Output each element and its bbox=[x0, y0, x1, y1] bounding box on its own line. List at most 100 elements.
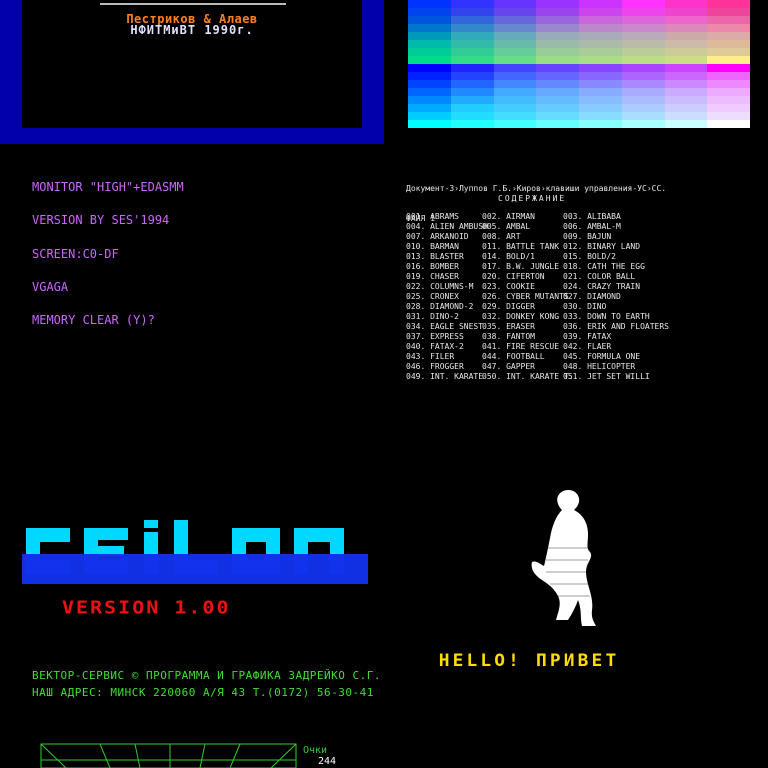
palette-swatch bbox=[450, 32, 494, 40]
ceilon-version: VERSION 1.00 bbox=[62, 596, 231, 618]
palette-swatch bbox=[536, 48, 579, 56]
palette-swatch bbox=[579, 0, 622, 8]
palette-swatch bbox=[664, 112, 708, 120]
palette-swatch bbox=[536, 16, 579, 24]
contents-entry: 025. CRONEX bbox=[406, 292, 459, 301]
palette-swatch bbox=[450, 48, 494, 56]
palette-swatch bbox=[579, 112, 622, 120]
palette-swatch bbox=[408, 112, 451, 120]
contents-entry: 033. DOWN TO EARTH bbox=[563, 312, 650, 321]
hello-greeting: HELLO! ПРИВЕТ bbox=[438, 651, 620, 671]
palette-swatch bbox=[664, 120, 708, 128]
score-label: Очки bbox=[303, 745, 328, 756]
contents-entry: 038. FANTOM bbox=[482, 332, 535, 341]
palette-swatch bbox=[579, 72, 622, 80]
contents-entry: 020. CIFERTON bbox=[482, 272, 545, 281]
palette-swatch bbox=[450, 0, 494, 8]
contents-entry: 024. CRAZY TRAIN bbox=[563, 282, 641, 291]
contents-entry: 015. BOLD/2 bbox=[563, 252, 616, 261]
palette-swatch bbox=[664, 88, 708, 96]
palette-swatch bbox=[408, 40, 451, 48]
contents-entry: 039. FATAX bbox=[563, 332, 612, 341]
palette-swatch bbox=[579, 104, 622, 112]
palette-swatch bbox=[493, 96, 537, 104]
contents-entry: 019. CHASER bbox=[406, 272, 459, 281]
contents-entry: 009. BAJUN bbox=[563, 232, 612, 241]
palette-swatch bbox=[536, 120, 579, 128]
contents-entry: 035. ERASER bbox=[482, 322, 535, 331]
contents-entry: 030. DINO bbox=[563, 302, 607, 311]
palette-swatch bbox=[621, 120, 665, 128]
contents-entry: 037. EXPRESS bbox=[406, 332, 464, 341]
palette-swatch bbox=[493, 64, 537, 72]
palette-swatch bbox=[621, 112, 665, 120]
palette-swatch bbox=[621, 80, 665, 88]
palette-swatch bbox=[621, 16, 665, 24]
palette-swatch bbox=[536, 64, 579, 72]
contents-entry: 010. BARMAN bbox=[406, 242, 459, 251]
palette-swatch bbox=[664, 80, 708, 88]
monitor-line: SCREEN:C0-DF bbox=[32, 246, 119, 261]
palette-swatch bbox=[408, 104, 451, 112]
palette-swatch bbox=[707, 64, 750, 72]
contents-entry: 049. INT. KARATE bbox=[406, 372, 484, 381]
contents-title: СОДЕРЖАНИЕ bbox=[498, 194, 567, 203]
palette-swatch bbox=[536, 0, 579, 8]
palette-swatch bbox=[707, 24, 750, 32]
document-header: Документ-3›Луппов Г.Б.›Киров›клавиши упр… bbox=[406, 184, 667, 193]
palette-swatch bbox=[408, 72, 451, 80]
document-contents: Документ-3›Луппов Г.Б.›Киров›клавиши упр… bbox=[406, 164, 756, 394]
contents-entry: 001. ABRAMS bbox=[406, 212, 459, 221]
contents-entry: 028. DIAMOND-2 bbox=[406, 302, 474, 311]
contents-entry: 040. FATAX-2 bbox=[406, 342, 464, 351]
monitor-prompt[interactable]: MEMORY CLEAR (Y)? bbox=[32, 314, 184, 326]
palette-swatch bbox=[579, 96, 622, 104]
palette-swatch bbox=[493, 72, 537, 80]
palette-swatch bbox=[579, 40, 622, 48]
palette-swatch bbox=[536, 112, 579, 120]
palette-swatch bbox=[450, 96, 494, 104]
palette-swatch bbox=[707, 72, 750, 80]
palette-swatch bbox=[493, 8, 537, 16]
palette-swatch bbox=[621, 24, 665, 32]
palette-swatch bbox=[621, 40, 665, 48]
contents-entry: 041. FIRE RESCUE bbox=[482, 342, 560, 351]
palette-swatch bbox=[707, 40, 750, 48]
palette-swatch bbox=[536, 32, 579, 40]
contents-entry: 026. CYBER MUTANTS bbox=[482, 292, 569, 301]
contents-entry: 043. FILER bbox=[406, 352, 455, 361]
contents-entry: 021. COLOR BALL bbox=[563, 272, 636, 281]
contents-entry: 022. COLUMNS-M bbox=[406, 282, 474, 291]
contents-entry: 034. EAGLE SNEST bbox=[406, 322, 484, 331]
palette-swatch bbox=[536, 80, 579, 88]
contents-grid: 001. ABRAMS 002. AIRMAN 003. ALIBABA 004. A… bbox=[406, 212, 669, 382]
palette-swatch bbox=[493, 48, 537, 56]
contents-entry: 003. ALIBABA bbox=[563, 212, 621, 221]
palette-swatch bbox=[450, 64, 494, 72]
palette-swatch bbox=[493, 112, 537, 120]
palette-swatch bbox=[536, 8, 579, 16]
palette-swatch bbox=[579, 88, 622, 96]
palette-swatch bbox=[707, 16, 750, 24]
palette-swatch bbox=[707, 96, 750, 104]
palette-swatch bbox=[493, 0, 537, 8]
palette-swatch bbox=[493, 32, 537, 40]
monitor-console: MONITOR "HIGH"+EDASMM VERSION BY SES'199… bbox=[32, 160, 184, 337]
palette-swatch bbox=[664, 8, 708, 16]
score-value: 244 bbox=[318, 756, 337, 767]
palette-swatch bbox=[450, 24, 494, 32]
palette-swatch bbox=[536, 88, 579, 96]
palette-swatch bbox=[493, 120, 537, 128]
contents-entry: 011. BATTLE TANK bbox=[482, 242, 560, 251]
monitor-line: MONITOR "HIGH"+EDASMM bbox=[32, 180, 184, 194]
palette-swatch bbox=[493, 24, 537, 32]
palette-swatch bbox=[664, 16, 708, 24]
palette-swatch bbox=[408, 0, 451, 8]
palette-swatch bbox=[664, 0, 708, 8]
contents-entry: 032. DONKEY KONG bbox=[482, 312, 560, 321]
palette-swatch bbox=[408, 96, 451, 104]
palette-swatch bbox=[450, 112, 494, 120]
palette-swatch bbox=[579, 32, 622, 40]
palette-swatch bbox=[536, 40, 579, 48]
contents-entry: 048. HELICOPTER bbox=[563, 362, 636, 371]
